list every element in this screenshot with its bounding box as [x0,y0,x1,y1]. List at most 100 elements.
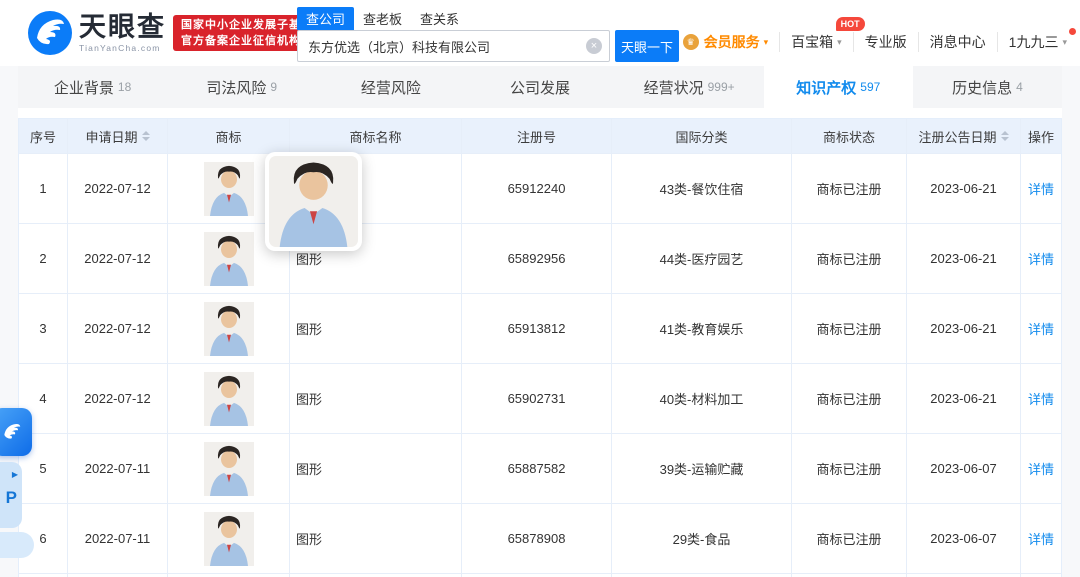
nav-user-account[interactable]: 1九九三 ▾ [996,28,1078,52]
col-trademark-name: 商标名称 [289,119,461,153]
table-row: 6 2022-07-11 图形 65878908 29类-食品 商标已注册 20… [19,503,1061,573]
trademark-image[interactable] [203,371,254,426]
search-tab-boss[interactable]: 查老板 [354,7,411,30]
cell-index: 2 [39,251,47,266]
col-trademark: 商标 [167,119,289,153]
tab-company-background[interactable]: 企业背景 18 [18,66,167,108]
tab-label: 经营风险 [360,79,421,97]
float-pill[interactable] [0,532,34,558]
cell-apply-date: 2022-07-11 [67,504,167,573]
col-apply-date[interactable]: 申请日期 [67,119,167,153]
cell-trademark-name: 图形 [289,504,461,573]
table-body: 1 2022-07-12 65912240 43类-餐饮住宿 商标已注册 202… [19,153,1061,573]
cell-action: 详情 [1020,294,1061,363]
tianyancha-logo-icon [4,424,21,439]
trademark-image[interactable] [203,511,254,566]
section-tabstrip: 企业背景 18 司法风险 9 经营风险 公司发展 经营状况 999+ 知识产权 … [18,66,1062,108]
detail-link[interactable]: 详情 [1028,389,1054,408]
trademark-preview-popup [265,152,362,251]
cell-trademark [167,434,289,503]
tab-company-development[interactable]: 公司发展 [465,66,614,108]
cell-index: 3 [39,321,47,336]
col-reg-no: 注册号 [461,119,611,153]
cell-trademark [167,294,289,363]
cell-trademark-name: 图形 [289,294,461,363]
search-button[interactable]: 天眼一下 [615,30,679,62]
search-input[interactable] [297,30,610,62]
cell-status: 商标已注册 [791,364,906,433]
detail-link[interactable]: 详情 [1028,179,1054,198]
play-arrow-icon: ▶ [11,470,18,479]
sort-icon[interactable] [141,131,150,141]
cell-pub-date: 2023-06-07 [906,504,1020,573]
hot-badge: HOT [835,17,865,31]
detail-link[interactable]: 详情 [1028,319,1054,338]
tab-label: 司法风险 [206,79,267,97]
tab-history-info[interactable]: 历史信息 4 [913,66,1062,108]
detail-link[interactable]: 详情 [1028,249,1054,268]
nav-vip-services[interactable]: ♛ 会员服务 ▾ [672,32,780,52]
cell-intl-class: 44类-医疗园艺 [611,224,791,293]
chevron-down-icon: ▾ [763,36,769,47]
brand-domain: TianYanCha.com [79,43,161,53]
table-row: 4 2022-07-12 图形 65902731 40类-材料加工 商标已注册 … [19,363,1061,433]
cell-trademark [167,504,289,573]
detail-link[interactable]: 详情 [1028,529,1054,548]
chevron-down-icon: ▾ [837,36,842,47]
sort-icon[interactable] [1000,131,1009,141]
app-float-button[interactable] [0,408,32,456]
nav-toolbox-label: 百宝箱 [791,34,834,50]
top-nav: ♛ 会员服务 ▾ HOT 百宝箱 ▾ 专业版 消息中心 1九九三 ▾ [672,17,1078,54]
nav-pro-label: 专业版 [864,34,907,50]
cell-intl-class: 43类-餐饮住宿 [611,154,791,223]
cell-pub-date: 2023-06-21 [906,364,1020,433]
brand-stack[interactable]: 天眼查 TianYanCha.com [79,13,166,53]
cell-index: 1 [39,181,47,196]
cell-reg-no: 65878908 [461,504,611,573]
tianyancha-logo-icon[interactable] [28,11,72,55]
cell-action: 详情 [1020,364,1061,433]
nav-user-label: 1九九三 [1008,34,1059,50]
table-row: 1 2022-07-12 65912240 43类-餐饮住宿 商标已注册 202… [19,153,1061,223]
table-row-partial [19,573,1061,577]
cell-pub-date: 2023-06-21 [906,294,1020,363]
table-row: 2 2022-07-12 图形 65892956 44类-医疗园艺 商标已注册 … [19,223,1061,293]
cell-intl-class: 29类-食品 [611,504,791,573]
nav-toolbox[interactable]: HOT 百宝箱 ▾ [779,17,865,52]
trademark-image[interactable] [203,441,254,496]
cell-pub-date: 2023-06-21 [906,224,1020,293]
tab-intellectual-property[interactable]: 知识产权 597 [763,66,913,108]
tab-operation-status[interactable]: 经营状况 999+ [615,66,764,108]
search-tab-relation[interactable]: 查关系 [411,7,468,30]
trademark-image[interactable] [203,161,254,216]
tab-label: 历史信息 [952,79,1013,97]
table-row: 5 2022-07-11 图形 65887582 39类-运输贮藏 商标已注册 … [19,433,1061,503]
brand-name: 天眼查 [79,12,166,42]
tab-label: 经营状况 [643,79,704,97]
clear-search-icon[interactable]: × [586,38,602,54]
app-download-float[interactable]: ▶ P [0,462,22,528]
nav-message-center[interactable]: 消息中心 [917,32,997,52]
tab-operation-risk[interactable]: 经营风险 [316,66,465,108]
cell-trademark-name: 图形 [289,364,461,433]
app-letter: P [5,488,17,507]
cell-trademark-name: 图形 [289,434,461,503]
cell-intl-class: 40类-材料加工 [611,364,791,433]
cell-reg-no: 65892956 [461,224,611,293]
nav-messages-label: 消息中心 [929,34,986,50]
tab-count: 9 [270,80,278,94]
cell-reg-no: 65912240 [461,154,611,223]
trademark-image[interactable] [203,301,254,356]
detail-link[interactable]: 详情 [1028,459,1054,478]
tab-count: 18 [117,80,132,94]
col-pub-date[interactable]: 注册公告日期 [906,119,1020,153]
tab-count: 597 [860,80,881,94]
table-row: 3 2022-07-12 图形 65913812 41类-教育娱乐 商标已注册 … [19,293,1061,363]
cell-apply-date: 2022-07-11 [67,434,167,503]
cell-apply-date: 2022-07-12 [67,224,167,293]
tab-judicial-risk[interactable]: 司法风险 9 [167,66,316,108]
trademark-image[interactable] [203,231,254,286]
nav-pro-version[interactable]: 专业版 [852,32,918,52]
search-tab-company[interactable]: 查公司 [297,7,355,30]
cell-action: 详情 [1020,504,1061,573]
